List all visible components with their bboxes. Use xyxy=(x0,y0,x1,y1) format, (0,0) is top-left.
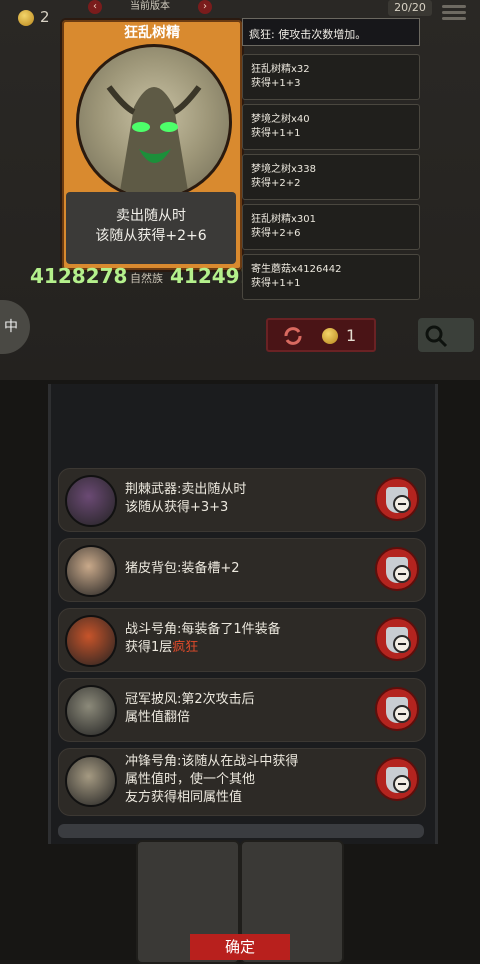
pigskin-backpack-icon xyxy=(65,545,117,597)
equipment-line-2-text: 属性值时，使一个其他 xyxy=(125,772,256,787)
refresh-cost: 1 xyxy=(346,326,357,345)
minus-icon xyxy=(393,565,411,583)
equipment-description: 战斗号角:每装备了1件装备 获得1层疯狂 xyxy=(125,621,365,657)
card-title: 狂乱树精 xyxy=(124,25,180,41)
gain-log-title: 狂乱树精x32 xyxy=(251,64,310,75)
equipment-description: 荆棘武器:卖出随从时 该随从获得+3+3 xyxy=(125,481,365,517)
equipment-description: 冠军披风:第2次攻击后 属性值翻倍 xyxy=(125,691,365,727)
coin-count: 2 xyxy=(40,8,50,26)
gain-log-item: 狂乱树精x32 获得+1+3 xyxy=(242,54,420,100)
version-label: 当前版本 xyxy=(130,1,170,12)
search-button[interactable] xyxy=(418,318,474,352)
equipment-line-2-text: 该随从获得+3+3 xyxy=(125,500,229,515)
next-version-icon[interactable]: › xyxy=(198,0,212,14)
minus-icon xyxy=(393,495,411,513)
equipment-line-1: 荆棘武器:卖出随从时 xyxy=(125,482,247,497)
refresh-button[interactable]: 1 xyxy=(266,318,376,352)
gain-log-value: 获得+2+2 xyxy=(251,178,301,189)
keyword-tooltip: 疯狂: 使攻击次数增加。 xyxy=(242,18,420,46)
equipment-row: 猪皮背包:装备槽+2 xyxy=(58,538,426,602)
confirm-button[interactable]: 确定 xyxy=(190,934,290,960)
gain-log-value: 获得+1+1 xyxy=(251,278,301,289)
gain-log-value: 获得+1+3 xyxy=(251,78,301,89)
keyword-frenzy: 疯狂 xyxy=(172,640,199,655)
equipment-line-2-text: 获得1层 xyxy=(125,640,173,655)
health-stat: 412491 xyxy=(170,264,254,288)
gain-log-value: 获得+2+6 xyxy=(251,228,301,239)
coin-counter: 2 xyxy=(0,8,60,30)
gain-log-item: 梦境之树x338 获得+2+2 xyxy=(242,154,420,200)
coin-icon xyxy=(18,10,34,26)
champion-cape-icon xyxy=(65,685,117,737)
gain-log-title: 梦境之树x40 xyxy=(251,114,310,125)
equipment-line-2-text: 属性值翻倍 xyxy=(125,710,191,725)
coin-icon xyxy=(322,328,338,344)
refresh-icon xyxy=(284,327,302,345)
search-icon xyxy=(425,325,448,348)
equipment-line-2: 属性值翻倍 xyxy=(125,709,365,727)
equipment-row: 冠军披风:第2次攻击后 属性值翻倍 xyxy=(58,678,426,742)
remove-equipment-button[interactable] xyxy=(375,687,419,731)
gain-log-item: 狂乱树精x301 获得+2+6 xyxy=(242,204,420,250)
gain-log-item: 梦境之树x40 获得+1+1 xyxy=(242,104,420,150)
remove-equipment-button[interactable] xyxy=(375,757,419,801)
remove-equipment-button[interactable] xyxy=(375,617,419,661)
version-selector: ‹ 当前版本 › xyxy=(88,0,212,16)
equipment-line-1: 冠军披风:第2次攻击后 xyxy=(125,692,255,707)
panel-footer xyxy=(58,824,424,838)
minus-icon xyxy=(393,775,411,793)
minus-icon xyxy=(393,635,411,653)
attack-stat: 4128278 xyxy=(30,264,128,288)
equipment-description: 猪皮背包:装备槽+2 xyxy=(125,560,365,578)
equipment-line-2: 该随从获得+3+3 xyxy=(125,499,365,517)
equipment-row: 冲锋号角:该随从在战斗中获得 属性值时，使一个其他 友方获得相同属性值 xyxy=(58,748,426,816)
charge-horn-icon xyxy=(65,755,117,807)
hp-badge: 20/20 xyxy=(388,0,432,16)
equipment-line-1: 猪皮背包:装备槽+2 xyxy=(125,561,240,576)
battle-horn-icon xyxy=(65,615,117,667)
menu-icon[interactable] xyxy=(442,2,466,22)
equipment-line-3: 友方获得相同属性值 xyxy=(125,790,243,805)
gain-log-title: 狂乱树精x301 xyxy=(251,214,317,225)
equipment-row: 荆棘武器:卖出随从时 该随从获得+3+3 xyxy=(58,468,426,532)
remove-equipment-button[interactable] xyxy=(375,477,419,521)
description-line-1: 卖出随从时 xyxy=(116,208,186,224)
prev-version-icon[interactable]: ‹ xyxy=(88,0,102,14)
equipment-row: 战斗号角:每装备了1件装备 获得1层疯狂 xyxy=(58,608,426,672)
equipment-line-2: 获得1层疯狂 xyxy=(125,639,365,657)
gain-log-title: 寄生蘑菇x4126442 xyxy=(251,264,342,275)
thorn-weapon-icon xyxy=(65,475,117,527)
equipment-line-2: 属性值时，使一个其他 xyxy=(125,771,365,789)
gain-log-title: 梦境之树x338 xyxy=(251,164,317,175)
equipment-description: 冲锋号角:该随从在战斗中获得 属性值时，使一个其他 友方获得相同属性值 xyxy=(125,753,365,807)
equipment-line-1: 战斗号角:每装备了1件装备 xyxy=(125,622,281,637)
tribe-label: 自然族 xyxy=(130,272,163,285)
gain-log-value: 获得+1+1 xyxy=(251,128,301,139)
treant-portrait xyxy=(76,44,232,200)
description-line-2: 该随从获得+2+6 xyxy=(95,228,207,244)
minus-icon xyxy=(393,705,411,723)
remove-equipment-button[interactable] xyxy=(375,547,419,591)
equipment-line-1: 冲锋号角:该随从在战斗中获得 xyxy=(125,754,299,769)
card-description: 卖出随从时 该随从获得+2+6 xyxy=(66,192,236,264)
gain-log-item: 寄生蘑菇x4126442 获得+1+1 xyxy=(242,254,420,300)
